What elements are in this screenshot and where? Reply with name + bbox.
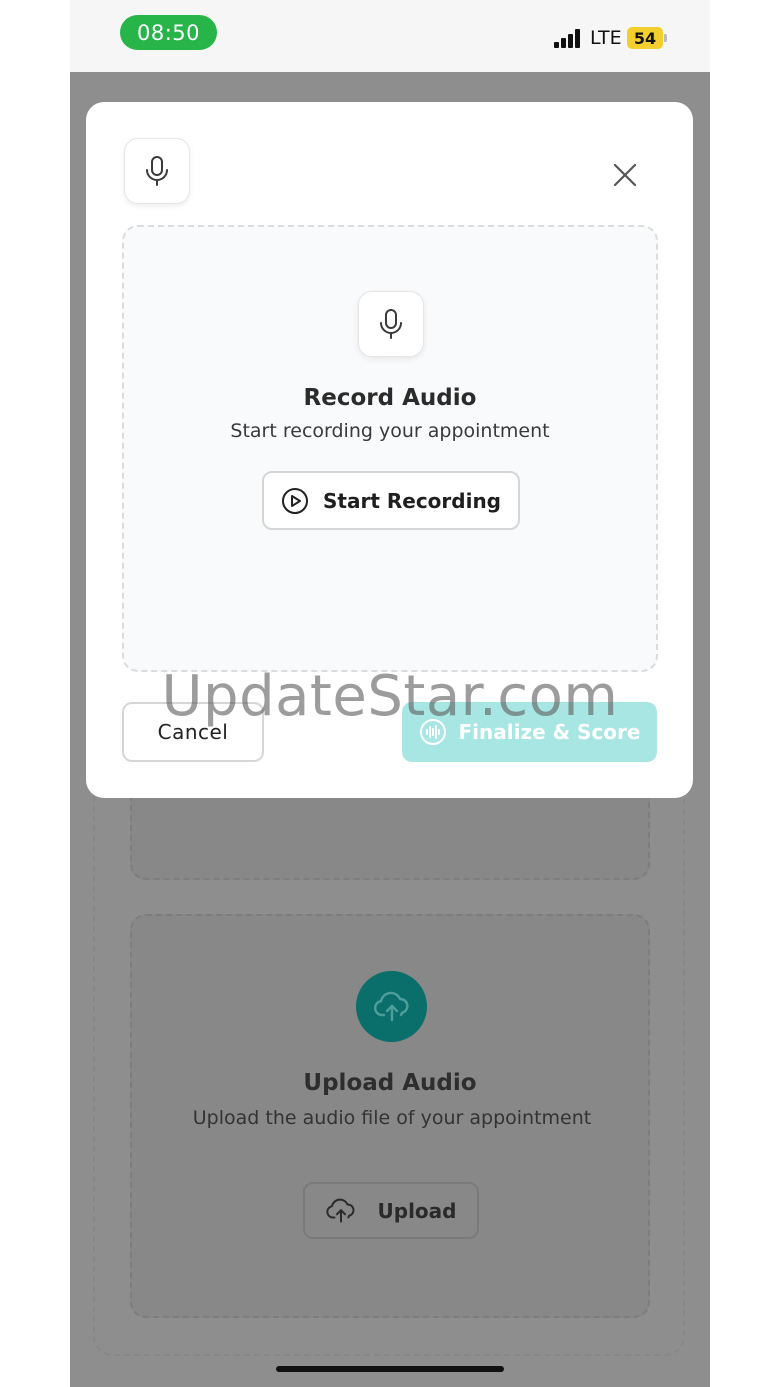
cloud-upload-icon (325, 1198, 354, 1223)
upload-button-label: Upload (377, 1198, 457, 1223)
microphone-icon (358, 291, 424, 357)
status-bar: 08:50 LTE 54 (70, 0, 710, 72)
finalize-score-label: Finalize & Score (458, 720, 641, 744)
status-time: 08:50 (120, 15, 217, 50)
soundwave-icon (419, 719, 446, 745)
cellular-signal-icon (554, 28, 584, 48)
phone-screen: 08:50 LTE 54 Upload Audio Upload the aud… (70, 0, 710, 1387)
play-circle-icon (282, 487, 308, 514)
cancel-button[interactable]: Cancel (122, 702, 264, 762)
record-audio-subtitle: Start recording your appointment (230, 420, 550, 442)
upload-audio-card: Upload Audio Upload the audio file of yo… (130, 914, 650, 1318)
home-indicator[interactable] (276, 1366, 504, 1372)
start-recording-button[interactable]: Start Recording (262, 471, 520, 530)
start-recording-label: Start Recording (323, 488, 501, 513)
cloud-upload-icon (356, 971, 427, 1042)
upload-audio-subtitle: Upload the audio file of your appointmen… (192, 1107, 592, 1129)
record-audio-title: Record Audio (303, 385, 477, 411)
network-type: LTE (590, 27, 622, 49)
upload-button[interactable]: Upload (303, 1182, 479, 1239)
close-icon[interactable] (604, 154, 646, 196)
battery-icon: 54 (627, 27, 663, 49)
battery-tip (664, 34, 667, 42)
finalize-score-button[interactable]: Finalize & Score (402, 702, 657, 762)
microphone-icon (124, 138, 190, 204)
record-audio-panel: Record Audio Start recording your appoin… (122, 225, 658, 672)
upload-audio-title: Upload Audio (303, 1070, 477, 1096)
record-audio-modal: Record Audio Start recording your appoin… (86, 102, 693, 798)
